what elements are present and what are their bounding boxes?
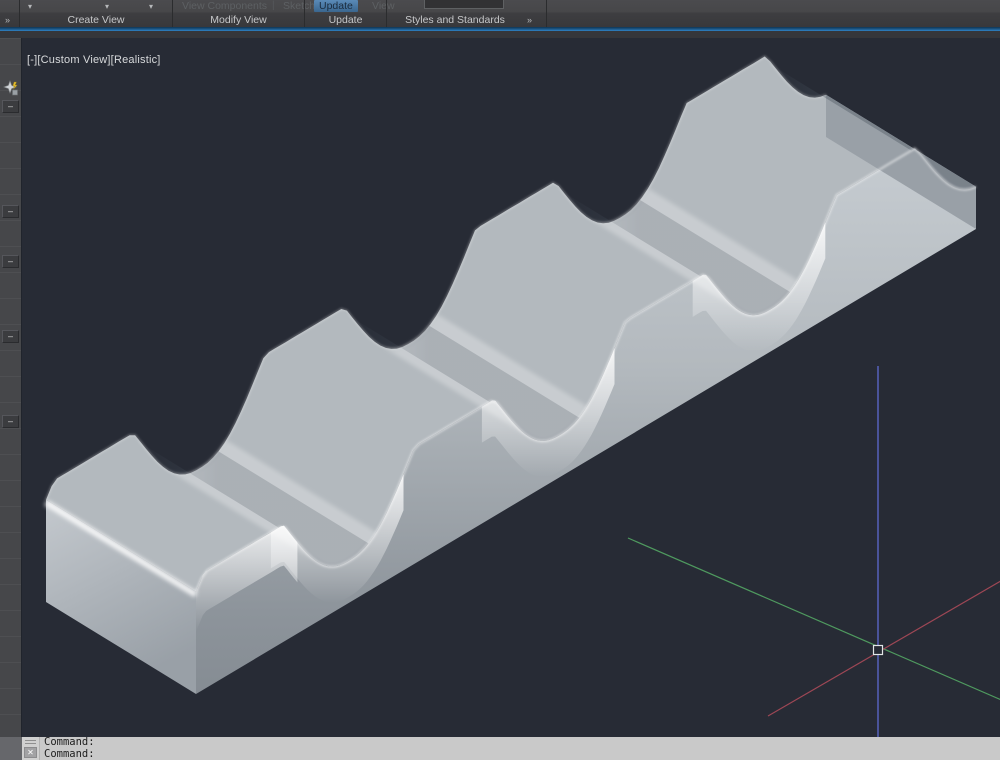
ucs-x-axis [768,578,1000,716]
ribbon-collapse-chevron-icon[interactable]: » [5,15,10,25]
tab-update[interactable]: Update [314,0,358,12]
ucs-y-axis [628,538,1000,702]
strip-button-1[interactable]: – [2,100,19,113]
command-history-line: Command: [44,737,1000,749]
ucs-origin-marker [874,646,883,655]
strip-button-5[interactable]: – [2,415,19,428]
chevron-down-icon[interactable]: ▾ [149,2,153,12]
chevron-down-icon[interactable]: ▾ [28,2,32,12]
panel-styles-and-standards[interactable]: Styles and Standards [387,13,523,27]
strip-button-4[interactable]: – [2,330,19,343]
strip-button-2[interactable]: – [2,205,19,218]
ribbon: ▾ ▾ ▾ View Components | Sketch Update Vi… [0,0,1000,27]
3d-scene [22,38,1000,737]
viewport-controls[interactable]: [-][Custom View][Realistic] [27,54,161,66]
ribbon-combobox[interactable] [424,0,504,9]
command-window: ✕ Command: Command: [22,737,1000,760]
tab-sketch[interactable]: Sketch [283,0,315,12]
panel-modify-view[interactable]: Modify View [173,13,304,27]
tab-view[interactable]: View [372,0,395,12]
panel-create-view[interactable]: Create View [20,13,172,27]
tab-view-components[interactable]: View Components [182,0,267,12]
panel-update[interactable]: Update [305,13,386,27]
tab-separator: | [272,0,275,12]
drawing-area-top-border [0,31,1000,38]
panel-launcher-icon[interactable]: » [527,15,532,25]
command-window-titlebar: ✕ [22,737,40,760]
chevron-down-icon[interactable]: ▾ [105,2,109,12]
strip-button-3[interactable]: – [2,255,19,268]
statusbar-corner [0,737,22,760]
application-window: ▾ ▾ ▾ View Components | Sketch Update Vi… [0,0,1000,760]
command-history[interactable]: Command: Command: [40,737,1000,760]
command-prompt-line[interactable]: Command: [44,749,1000,760]
left-toolbar-strip: – – – – – [0,38,22,737]
navigation-compass-icon[interactable] [3,80,19,96]
drawing-viewport[interactable]: [-][Custom View][Realistic] [22,38,1000,737]
panel-divider [546,0,547,27]
drag-handle-icon[interactable] [25,740,36,746]
close-icon[interactable]: ✕ [24,747,37,758]
